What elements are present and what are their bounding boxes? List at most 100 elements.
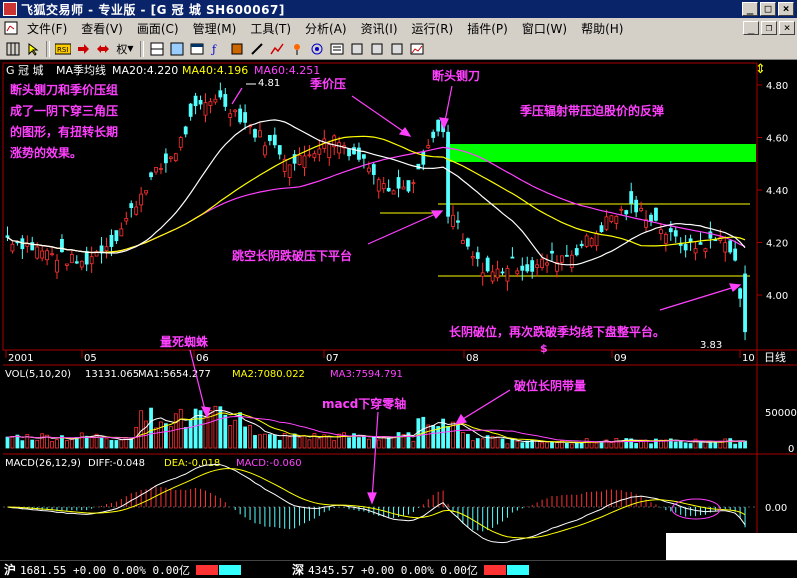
- candle-body: [317, 148, 322, 155]
- candle-body: [708, 231, 713, 239]
- candle-body: [228, 113, 233, 118]
- menu-info[interactable]: 资讯(I): [354, 20, 405, 37]
- candle-body: [79, 260, 84, 268]
- target-icon[interactable]: [308, 40, 326, 58]
- close-button[interactable]: ×: [778, 2, 794, 16]
- volume-bar: [673, 441, 678, 449]
- candle-body: [154, 167, 158, 173]
- box-icon[interactable]: [388, 40, 406, 58]
- chart-area[interactable]: G 冠 城 MA季均线 MA20:4.220 MA40:4.196 MA60:4…: [0, 60, 797, 560]
- arrow-right-icon[interactable]: [74, 40, 92, 58]
- dollar-label: $: [540, 342, 548, 355]
- rsi-icon[interactable]: RSI: [54, 40, 72, 58]
- candle-body: [159, 168, 163, 170]
- volume-bar: [520, 442, 525, 449]
- price-tick-label: 4.60: [766, 134, 788, 145]
- volume-bar: [307, 439, 312, 449]
- volume-bar: [302, 435, 307, 449]
- menu-window[interactable]: 窗口(W): [515, 20, 574, 37]
- candle-body: [267, 134, 272, 141]
- volume-bar: [223, 414, 228, 449]
- volume-bar: [347, 437, 351, 449]
- candle-body: [579, 243, 584, 247]
- candle-body: [614, 215, 619, 224]
- candle-body: [144, 190, 149, 194]
- volume-bar: [366, 438, 371, 449]
- menu-plugin[interactable]: 插件(P): [460, 20, 515, 37]
- maximize-button[interactable]: □: [760, 2, 776, 16]
- edit-icon[interactable]: [248, 40, 266, 58]
- rebound-label: 季压辐射带压迫股价的反弹: [519, 103, 664, 118]
- weight-button[interactable]: 权 ▼: [114, 40, 136, 58]
- volume-bar: [213, 405, 218, 449]
- candle-body: [208, 101, 213, 106]
- candle-body: [663, 233, 668, 244]
- volume-bar: [267, 434, 272, 449]
- volume-bar: [109, 440, 114, 449]
- chart-icon[interactable]: [2, 19, 20, 37]
- book-icon[interactable]: [228, 40, 246, 58]
- layout-icon[interactable]: [168, 40, 186, 58]
- menu-file[interactable]: 文件(F): [20, 20, 74, 37]
- volume-bar: [168, 426, 173, 449]
- box-icon[interactable]: [368, 40, 386, 58]
- arrow-head: [454, 413, 468, 425]
- menu-analysis[interactable]: 分析(A): [298, 20, 354, 37]
- split-icon[interactable]: [148, 40, 166, 58]
- cursor-icon[interactable]: [24, 40, 42, 58]
- macd-value: MACD:-0.060: [236, 458, 302, 469]
- candle-body: [213, 98, 218, 103]
- menu-screen[interactable]: 画面(C): [130, 20, 186, 37]
- volume-bar: [723, 438, 728, 449]
- volume-bar: [262, 433, 267, 449]
- candle-body: [619, 208, 624, 211]
- volume-bar: [495, 436, 500, 449]
- candle-body: [134, 206, 139, 215]
- news-icon[interactable]: [328, 40, 346, 58]
- mdi-close-button[interactable]: ×: [779, 21, 795, 35]
- pin-icon[interactable]: [288, 40, 306, 58]
- menu-view[interactable]: 查看(V): [74, 20, 130, 37]
- volume-bar: [505, 443, 510, 449]
- volume-bar: [183, 427, 188, 449]
- minimize-button[interactable]: _: [742, 2, 758, 16]
- volume-bar: [149, 407, 153, 449]
- candle-body: [421, 151, 426, 165]
- volume-bar: [258, 434, 262, 449]
- mdi-restore-button[interactable]: ❐: [761, 21, 777, 35]
- volume-bar: [416, 418, 421, 449]
- box-icon[interactable]: [348, 40, 366, 58]
- vol-tick-zero: 0: [788, 444, 794, 455]
- volume-bar: [594, 442, 599, 449]
- period-label[interactable]: 日线: [764, 350, 786, 364]
- arrow-left-right-icon[interactable]: [94, 40, 112, 58]
- candle-body: [357, 147, 361, 160]
- draw-icon[interactable]: [268, 40, 286, 58]
- volume-bar: [188, 418, 193, 449]
- app-icon: [3, 2, 17, 16]
- volume-bar: [79, 432, 84, 449]
- menu-tools[interactable]: 工具(T): [243, 20, 298, 37]
- menu-run[interactable]: 运行(R): [405, 20, 461, 37]
- candle-body: [178, 137, 183, 148]
- candle-body: [366, 167, 371, 173]
- window-icon[interactable]: [188, 40, 206, 58]
- candle-body: [312, 153, 317, 158]
- volume-bar: [470, 440, 475, 449]
- candle-body: [465, 238, 470, 247]
- menu-help[interactable]: 帮助(H): [574, 20, 630, 37]
- candle-body: [401, 186, 406, 190]
- volume-bar: [154, 427, 158, 449]
- grid-icon[interactable]: [4, 40, 22, 58]
- volume-bar: [376, 439, 381, 449]
- pin-icon[interactable]: ⇕: [755, 62, 766, 77]
- candle-body: [510, 256, 515, 259]
- volume-bar: [233, 419, 238, 449]
- menu-manage[interactable]: 管理(M): [186, 20, 244, 37]
- formula-icon[interactable]: ƒ: [208, 40, 226, 58]
- candle-body: [743, 273, 747, 333]
- mdi-minimize-button[interactable]: _: [743, 21, 759, 35]
- image-icon[interactable]: [408, 40, 426, 58]
- candle-body: [451, 214, 455, 227]
- volume-bar: [40, 433, 45, 449]
